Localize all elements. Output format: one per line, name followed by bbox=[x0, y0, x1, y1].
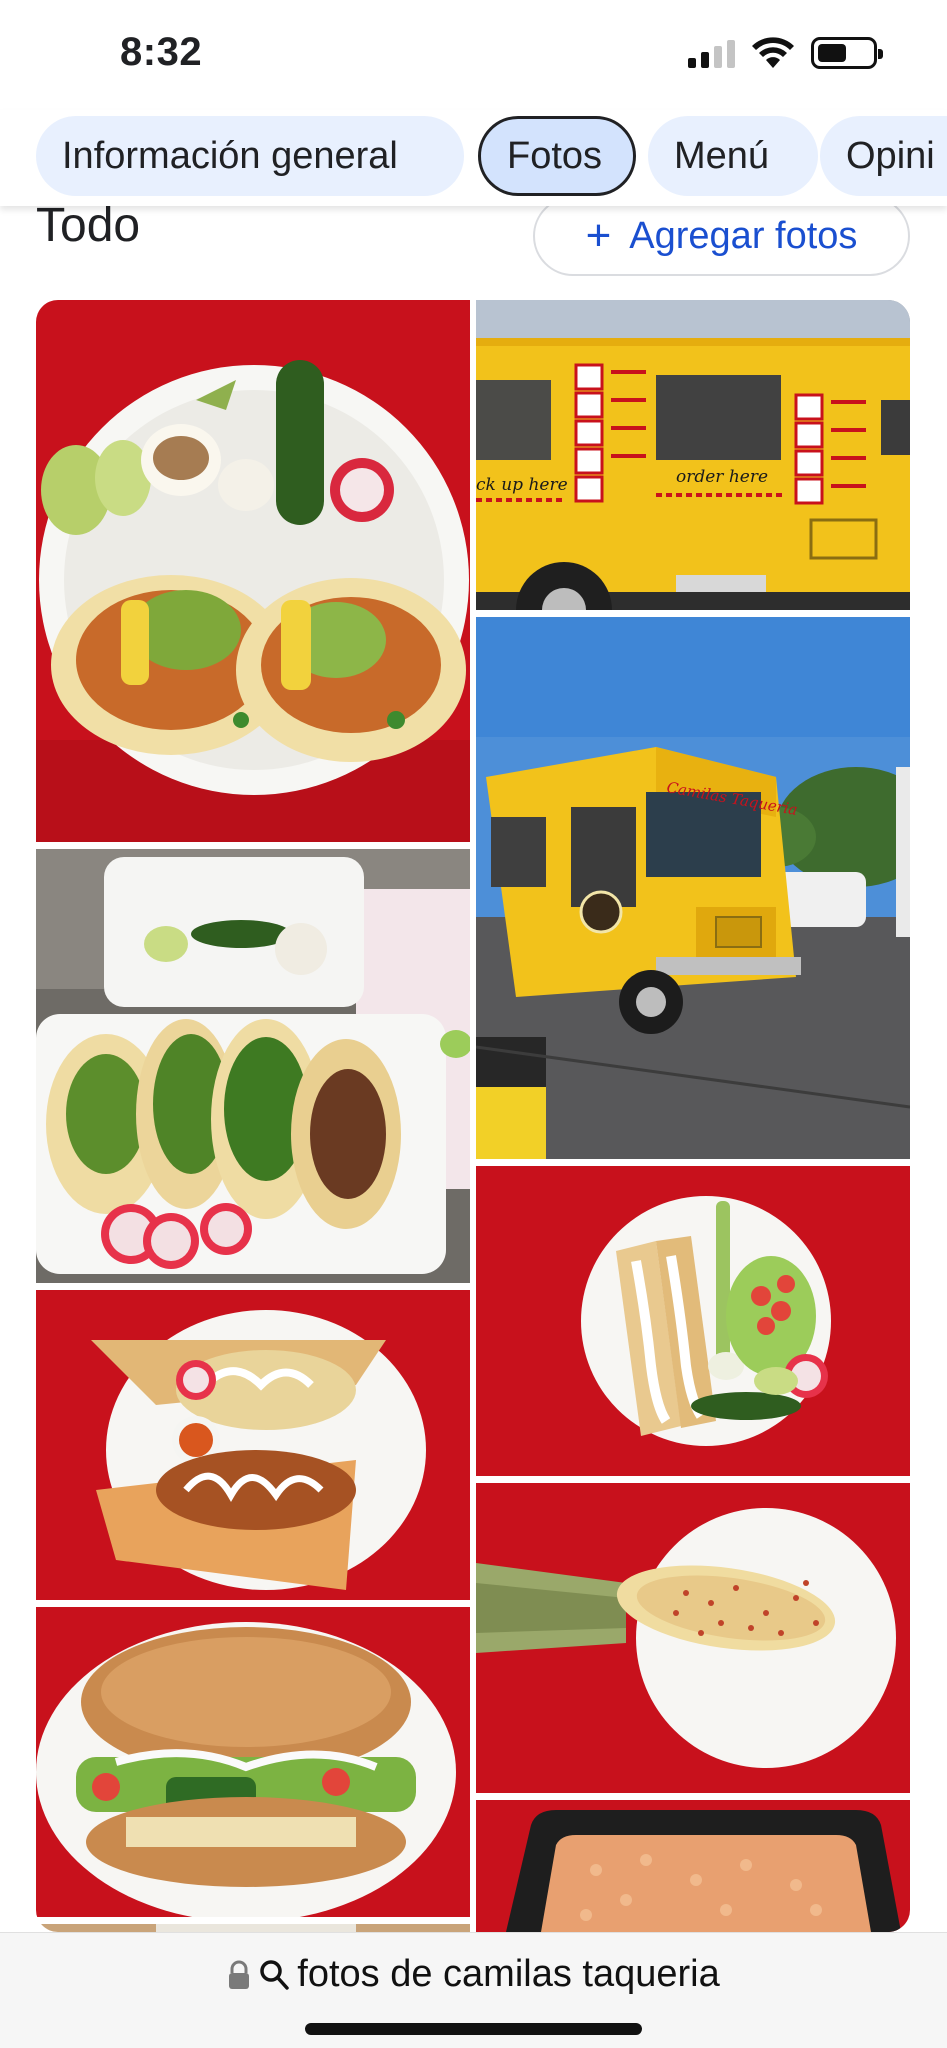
address-bar[interactable]: fotos de camilas taqueria bbox=[0, 1932, 947, 2048]
photo-tacos-plate[interactable] bbox=[36, 300, 470, 842]
truck-order-sign: order here bbox=[676, 467, 768, 487]
tab-fotos[interactable]: Fotos bbox=[478, 116, 636, 196]
status-bar: 8:32 bbox=[0, 0, 947, 110]
address-field[interactable]: fotos de camilas taqueria bbox=[0, 1953, 947, 1996]
status-icons bbox=[688, 36, 883, 70]
photo-rice[interactable] bbox=[476, 1800, 910, 1932]
home-indicator[interactable] bbox=[305, 2023, 642, 2035]
photo-partial[interactable] bbox=[36, 1924, 470, 1932]
address-query: fotos de camilas taqueria bbox=[297, 1953, 720, 1995]
battery-icon bbox=[811, 37, 883, 69]
tab-menu[interactable]: Menú bbox=[648, 116, 818, 196]
photo-tamales[interactable] bbox=[36, 1290, 470, 1600]
tab-bar: Información general Fotos Menú Opini bbox=[0, 110, 947, 206]
photo-flautas[interactable] bbox=[476, 1166, 910, 1476]
status-time: 8:32 bbox=[120, 30, 203, 74]
lock-icon bbox=[229, 1960, 250, 1989]
tab-opiniones[interactable]: Opini bbox=[820, 116, 947, 196]
photo-elote[interactable] bbox=[476, 1483, 910, 1793]
photo-food-truck-front[interactable]: Camilas Taqueria bbox=[476, 617, 910, 1159]
tab-informacion-general[interactable]: Información general bbox=[36, 116, 464, 196]
add-photos-label: Agregar fotos bbox=[629, 214, 858, 257]
truck-pickup-sign: ck up here bbox=[476, 475, 568, 495]
photo-torta[interactable] bbox=[36, 1607, 470, 1917]
photo-tacos-takeout[interactable] bbox=[36, 849, 470, 1283]
search-icon bbox=[260, 1959, 290, 1990]
photo-food-truck-side[interactable]: ck up here order here bbox=[476, 300, 910, 610]
cellular-signal-icon bbox=[688, 38, 735, 68]
plus-icon: + bbox=[585, 211, 612, 260]
wifi-icon bbox=[752, 37, 794, 68]
photo-grid: ck up here order here Camilas Taqueria bbox=[36, 300, 910, 1932]
section-title: Todo bbox=[36, 199, 141, 252]
add-photos-button[interactable]: + Agregar fotos bbox=[533, 196, 910, 276]
